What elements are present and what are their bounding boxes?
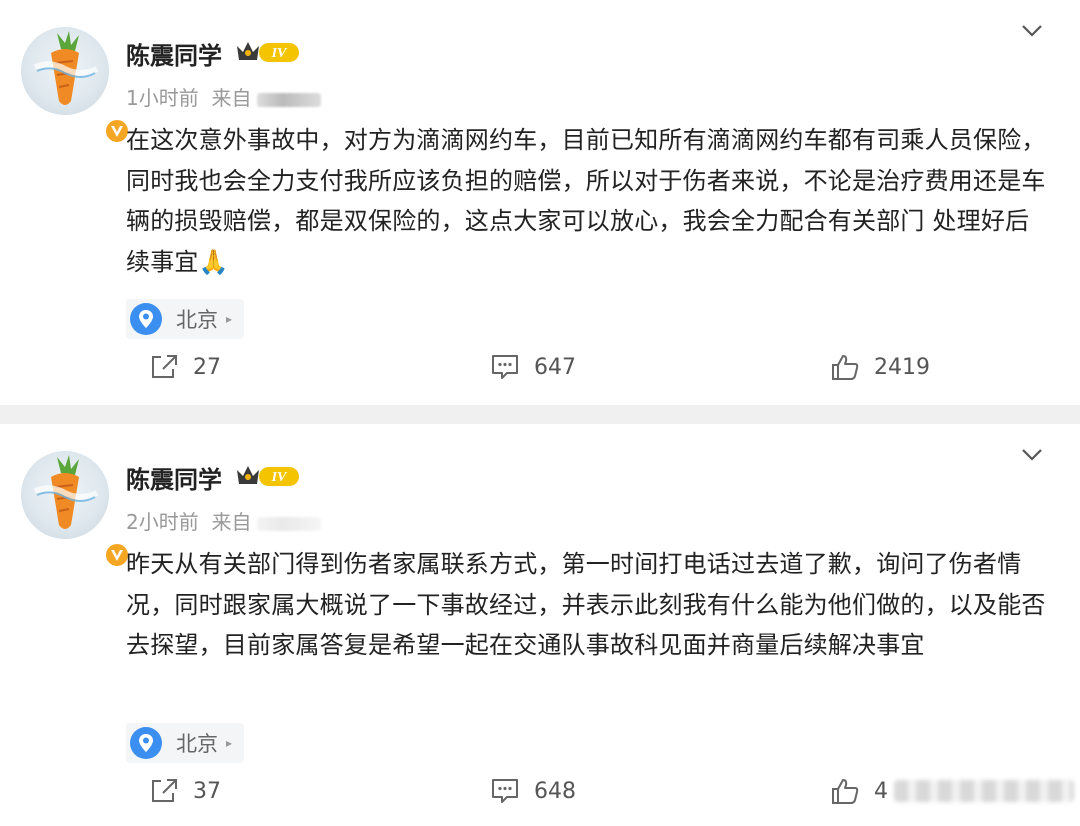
avatar-carrot-illustration — [33, 31, 99, 105]
repost-count: 37 — [193, 778, 221, 804]
location-name: 北京 — [176, 732, 218, 756]
source-redacted — [257, 516, 322, 531]
post-time: 1小时前 — [126, 86, 199, 110]
avatar[interactable] — [21, 451, 130, 568]
comment-icon — [492, 355, 518, 379]
post-source-label: 来自 — [211, 510, 252, 534]
like-button[interactable]: 4 — [830, 777, 1074, 805]
member-level-badge: IV — [235, 464, 301, 492]
post-content: 昨天从有关部门得到伤者家属联系方式，第一时间打电话过去道了歉，询问了伤者情况，同… — [126, 550, 1046, 659]
weibo-post-2: 陈震同学 IV 2小时前 来自 昨天从有关部门得到伤者家属联系方式，第一时间打电… — [0, 424, 1080, 826]
chevron-right-icon: ▸ — [226, 736, 233, 750]
post-meta: 2小时前 来自 — [126, 506, 322, 535]
post-meta: 1小时前 来自 — [126, 82, 322, 111]
comment-count: 647 — [534, 354, 576, 380]
chevron-down-icon[interactable] — [1020, 446, 1044, 468]
location-tag[interactable]: 北京 ▸ — [126, 299, 245, 339]
action-bar: 37 648 4 — [0, 777, 1080, 817]
svg-text:IV: IV — [271, 46, 288, 61]
source-redacted — [257, 92, 322, 107]
avatar[interactable] — [21, 27, 130, 144]
action-bar: 27 647 2419 — [0, 353, 1080, 393]
location-pin-icon — [130, 727, 162, 759]
author-name[interactable]: 陈震同学 — [126, 36, 222, 71]
like-count: 4 — [874, 778, 888, 804]
member-level-badge: IV — [235, 40, 301, 68]
post-content: 在这次意外事故中，对方为滴滴网约车，目前已知所有滴滴网约车都有司乘人员保险，同时… — [126, 126, 1046, 276]
post-time: 2小时前 — [126, 510, 199, 534]
repost-count: 27 — [193, 354, 221, 380]
watermark-redacted — [894, 780, 1074, 802]
repost-button[interactable]: 27 — [149, 353, 221, 381]
repost-button[interactable]: 37 — [149, 777, 221, 805]
like-count: 2419 — [874, 354, 930, 380]
chevron-down-icon[interactable] — [1020, 22, 1044, 44]
chevron-right-icon: ▸ — [226, 312, 233, 326]
location-tag[interactable]: 北京 ▸ — [126, 723, 245, 763]
like-icon — [832, 355, 859, 380]
location-pin-icon — [130, 303, 162, 335]
comment-icon — [492, 779, 518, 803]
comment-button[interactable]: 648 — [490, 777, 576, 805]
comment-count: 648 — [534, 778, 576, 804]
comment-button[interactable]: 647 — [490, 353, 576, 381]
author-name[interactable]: 陈震同学 — [126, 460, 222, 495]
repost-icon — [152, 779, 177, 802]
post-divider — [0, 405, 1080, 424]
weibo-post-1: 陈震同学 IV 1小时前 来自 在这次意外事故中，对方为滴滴网约车，目前已知所有… — [0, 0, 1080, 405]
post-source-label: 来自 — [211, 86, 252, 110]
like-button[interactable]: 2419 — [830, 353, 930, 381]
svg-text:IV: IV — [271, 470, 288, 485]
avatar-carrot-illustration — [33, 455, 99, 529]
like-icon — [832, 779, 859, 804]
repost-icon — [152, 355, 177, 378]
location-name: 北京 — [176, 308, 218, 332]
